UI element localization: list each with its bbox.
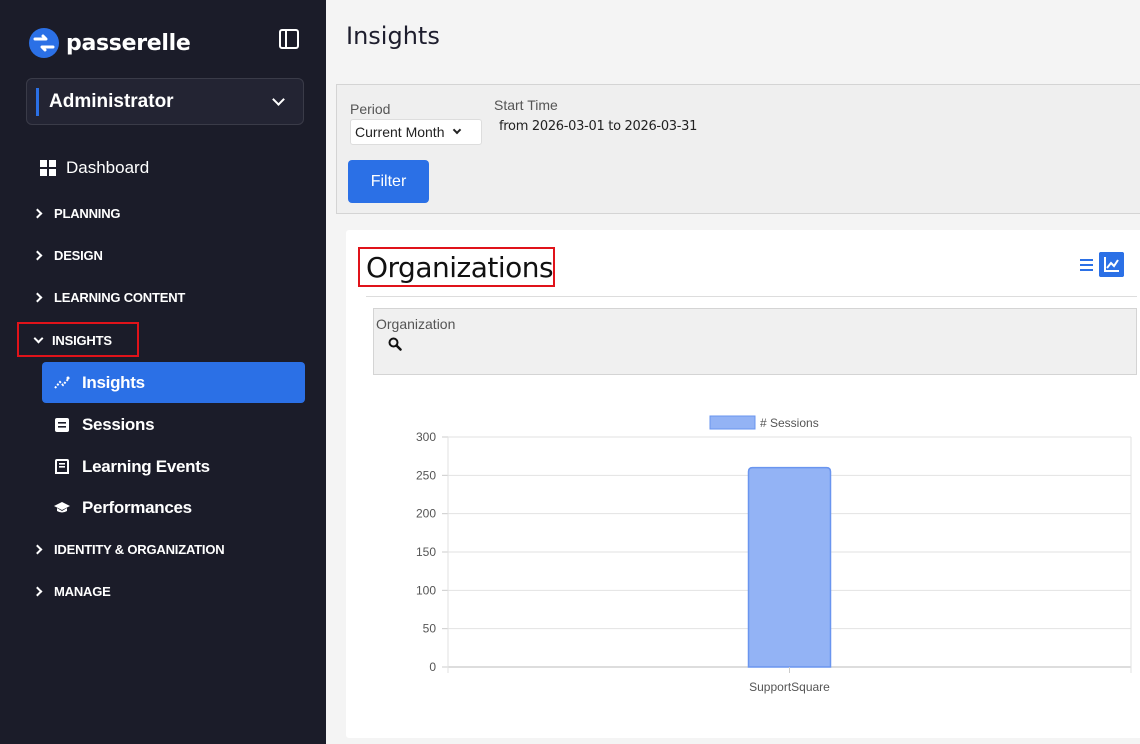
learning-events-icon [55, 459, 69, 474]
organization-filter[interactable]: Organization [373, 308, 1137, 375]
main-content: Insights Period Current Month Start Time… [326, 0, 1140, 744]
y-tick-label: 100 [416, 583, 436, 597]
sidebar-section-design[interactable]: DESIGN [32, 248, 103, 263]
role-select[interactable]: Administrator [26, 78, 304, 125]
sidebar-item-label: Learning Events [82, 457, 210, 476]
page-title: Insights [346, 22, 440, 50]
sidebar-item-insights[interactable]: Insights [42, 362, 305, 403]
organizations-card: Organizations Organization # Sessions 0 50… [346, 230, 1140, 738]
sidebar-item-label: Performances [82, 498, 192, 517]
sidebar: passerelle Administrator Dashboard PLANN… [0, 0, 326, 744]
filter-panel: Period Current Month Start Time from 202… [336, 84, 1140, 214]
chevron-right-icon [32, 544, 43, 555]
sidebar-section-planning[interactable]: PLANNING [32, 206, 121, 221]
sidebar-section-label: LEARNING CONTENT [54, 290, 186, 305]
dashboard-icon [40, 160, 56, 176]
sidebar-toggle-icon[interactable] [279, 29, 299, 49]
sidebar-item-performances[interactable]: Performances [54, 498, 192, 518]
brand[interactable]: passerelle [28, 27, 191, 59]
y-tick-label: 0 [429, 660, 436, 674]
sidebar-section-label: DESIGN [54, 248, 103, 263]
start-time-label: Start Time [494, 97, 558, 113]
y-tick-label: 200 [416, 507, 436, 521]
period-label: Period [350, 101, 391, 117]
sidebar-section-manage[interactable]: MANAGE [32, 584, 111, 599]
start-time-range: from 2026-03-01 to 2026-03-31 [499, 119, 698, 134]
list-view-icon[interactable] [1075, 254, 1097, 276]
insights-icon [54, 376, 70, 389]
sidebar-item-label: Sessions [82, 415, 155, 434]
chevron-right-icon [32, 292, 43, 303]
x-tick-label: SupportSquare [749, 680, 830, 694]
sessions-icon [55, 418, 69, 432]
search-icon[interactable] [388, 337, 402, 351]
sidebar-item-label: Insights [82, 372, 145, 392]
sidebar-item-learning-events[interactable]: Learning Events [54, 457, 210, 477]
brand-name: passerelle [66, 30, 191, 56]
chevron-right-icon [32, 208, 43, 219]
sidebar-section-label: IDENTITY & ORGANIZATION [54, 542, 225, 557]
legend-swatch [709, 415, 756, 430]
sidebar-section-identity-organization[interactable]: IDENTITY & ORGANIZATION [32, 542, 225, 557]
period-select[interactable]: Current Month [350, 119, 482, 145]
chevron-down-icon [453, 125, 462, 135]
sidebar-section-learning-content[interactable]: LEARNING CONTENT [32, 290, 186, 305]
organization-filter-label: Organization [376, 316, 456, 332]
highlight-box [358, 247, 555, 287]
sidebar-item-sessions[interactable]: Sessions [54, 415, 155, 435]
graduation-cap-icon [54, 502, 70, 513]
chevron-right-icon [32, 586, 43, 597]
role-accent-bar [36, 87, 39, 116]
chevron-right-icon [32, 250, 43, 261]
passerelle-logo-icon [29, 28, 59, 58]
chart-view-icon[interactable] [1099, 252, 1124, 277]
chevron-down-icon [272, 93, 285, 106]
legend-label: # Sessions [760, 416, 819, 430]
y-tick-label: 250 [416, 468, 436, 482]
filter-button[interactable]: Filter [348, 160, 429, 203]
y-tick-label: 300 [416, 430, 436, 444]
y-tick-label: 150 [416, 545, 436, 559]
y-tick-label: 50 [423, 622, 437, 636]
bar [747, 466, 832, 668]
sidebar-item-dashboard[interactable]: Dashboard [40, 158, 149, 178]
sidebar-item-label: Dashboard [66, 158, 150, 177]
period-value: Current Month [355, 124, 445, 140]
role-label: Administrator [49, 90, 174, 112]
card-divider [366, 296, 1137, 297]
sidebar-section-label: PLANNING [54, 206, 121, 221]
sessions-bar-chart: # Sessions 0 50 100 150 200 250 300 SupportSquar… [416, 415, 1132, 694]
highlight-box [17, 322, 139, 357]
sidebar-section-label: MANAGE [54, 584, 111, 599]
